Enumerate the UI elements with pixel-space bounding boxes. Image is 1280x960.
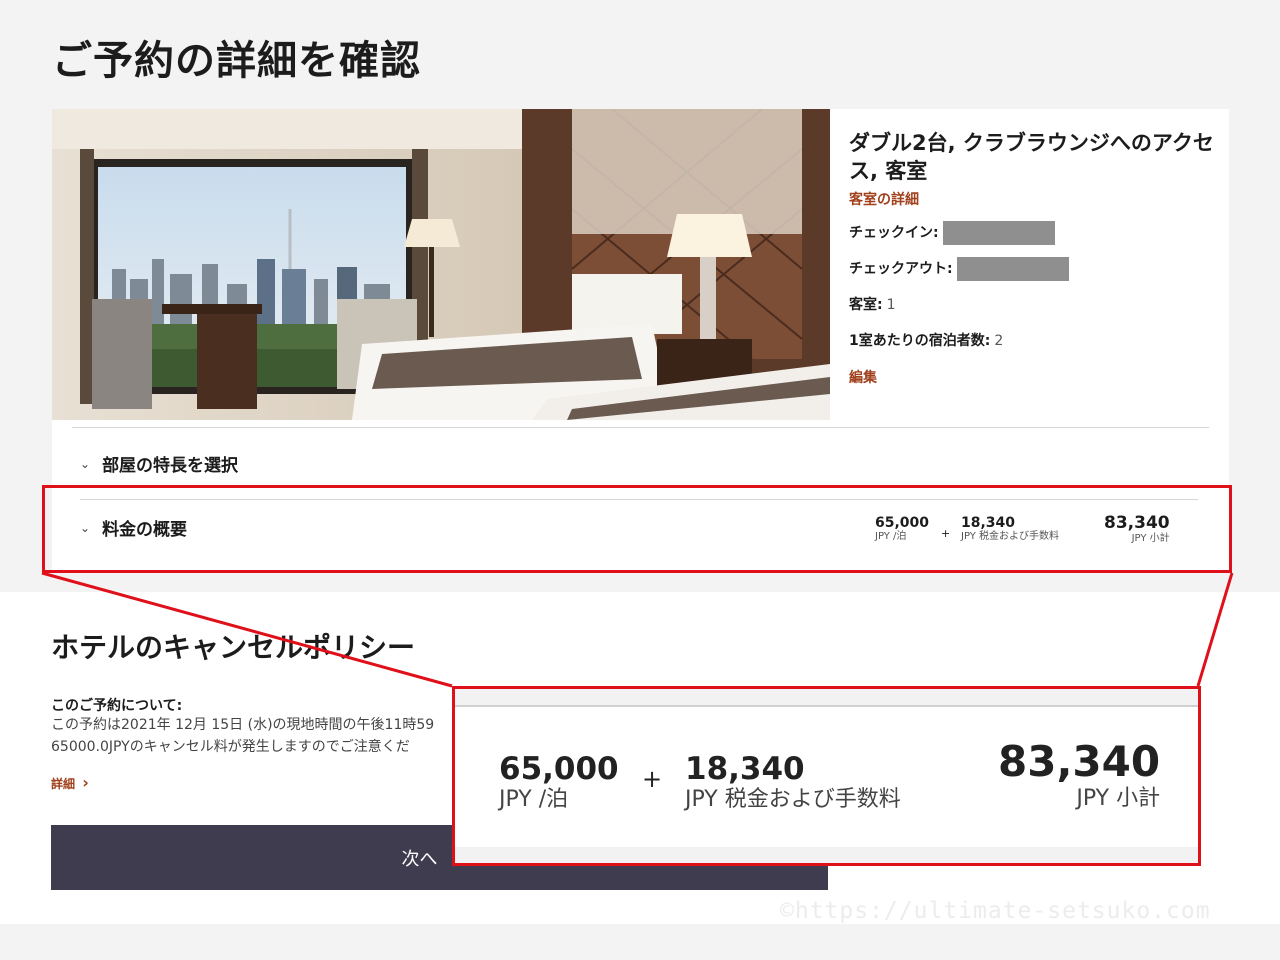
checkin-row: チェックイン: <box>849 215 1219 251</box>
zoom-price-subtotal-value: 83,340 <box>998 737 1161 786</box>
zoom-price-subtotal: 83,340 JPY 小計 <box>998 737 1160 812</box>
cancel-policy-text: この予約は2021年 12月 15日 (水)の現地時間の午後11時59 6500… <box>51 714 471 758</box>
zoom-price-taxes-value: 18,340 <box>685 751 805 787</box>
zoom-price-per-night-label: JPY /泊 <box>499 787 569 812</box>
rooms-label: 客室: <box>849 297 883 313</box>
accordion-room-features-label: 部屋の特長を選択 <box>102 456 239 476</box>
chevron-right-icon: › <box>82 773 89 792</box>
zoom-price-taxes-label: JPY 税金および手数料 <box>685 787 901 812</box>
cancel-policy-line-1: この予約は2021年 12月 15日 (水)の現地時間の午後11時59 <box>51 717 435 733</box>
checkout-label: チェックアウト: <box>849 261 953 277</box>
room-name: ダブル2台, クラブラウンジへのアクセス, 客室 <box>849 131 1214 183</box>
cancel-policy-title: ホテルのキャンセルポリシー <box>51 631 416 664</box>
price-zoom-panel: 65,000 JPY /泊 + 18,340 JPY 税金および手数料 83,3… <box>452 686 1201 866</box>
highlight-box <box>42 485 1232 573</box>
room-photo <box>52 109 830 420</box>
rooms-value: 1 <box>886 297 896 313</box>
guests-label: 1室あたりの宿泊者数: <box>849 333 991 349</box>
zoom-plus-icon: + <box>642 765 663 793</box>
edit-link[interactable]: 編集 <box>849 367 1219 387</box>
chevron-down-icon: ⌄ <box>80 456 91 471</box>
zoom-price-subtotal-label: JPY 小計 <box>1076 786 1161 811</box>
room-details-link[interactable]: 客室の詳細 <box>849 189 1219 209</box>
guests-value: 2 <box>994 333 1004 349</box>
zoom-price-taxes: 18,340 JPY 税金および手数料 <box>685 751 901 813</box>
details-link-label: 詳細 <box>51 777 76 791</box>
divider <box>72 427 1209 428</box>
watermark: ©https://ultimate-setsuko.com <box>780 898 1211 924</box>
cancel-policy-details-link[interactable]: 詳細 › <box>51 773 89 792</box>
accordion-room-features[interactable]: ⌄ 部屋の特長を選択 <box>80 451 238 476</box>
checkout-redacted-value <box>956 257 1069 281</box>
checkout-row: チェックアウト: <box>849 251 1219 287</box>
cancel-policy-heading: このご予約について: <box>51 698 183 714</box>
checkin-label: チェックイン: <box>849 225 939 241</box>
next-button-label: 次へ <box>401 848 438 870</box>
cancel-policy-line-2: 65000.0JPYのキャンセル料が発生しますのでご注意くだ <box>51 739 410 755</box>
rooms-row: 客室: 1 <box>849 287 1219 323</box>
guests-row: 1室あたりの宿泊者数: 2 <box>849 323 1219 359</box>
zoom-price-per-night-value: 65,000 <box>499 751 619 787</box>
zoom-price-per-night: 65,000 JPY /泊 <box>499 751 619 813</box>
zoom-plus-sign: + <box>642 765 662 793</box>
room-info: ダブル2台, クラブラウンジへのアクセス, 客室 客室の詳細 チェックイン: チ… <box>849 129 1219 387</box>
checkin-redacted-value <box>942 221 1055 245</box>
page-title: ご予約の詳細を確認 <box>52 38 421 84</box>
price-zoom-inner: 65,000 JPY /泊 + 18,340 JPY 税金および手数料 83,3… <box>455 705 1198 847</box>
